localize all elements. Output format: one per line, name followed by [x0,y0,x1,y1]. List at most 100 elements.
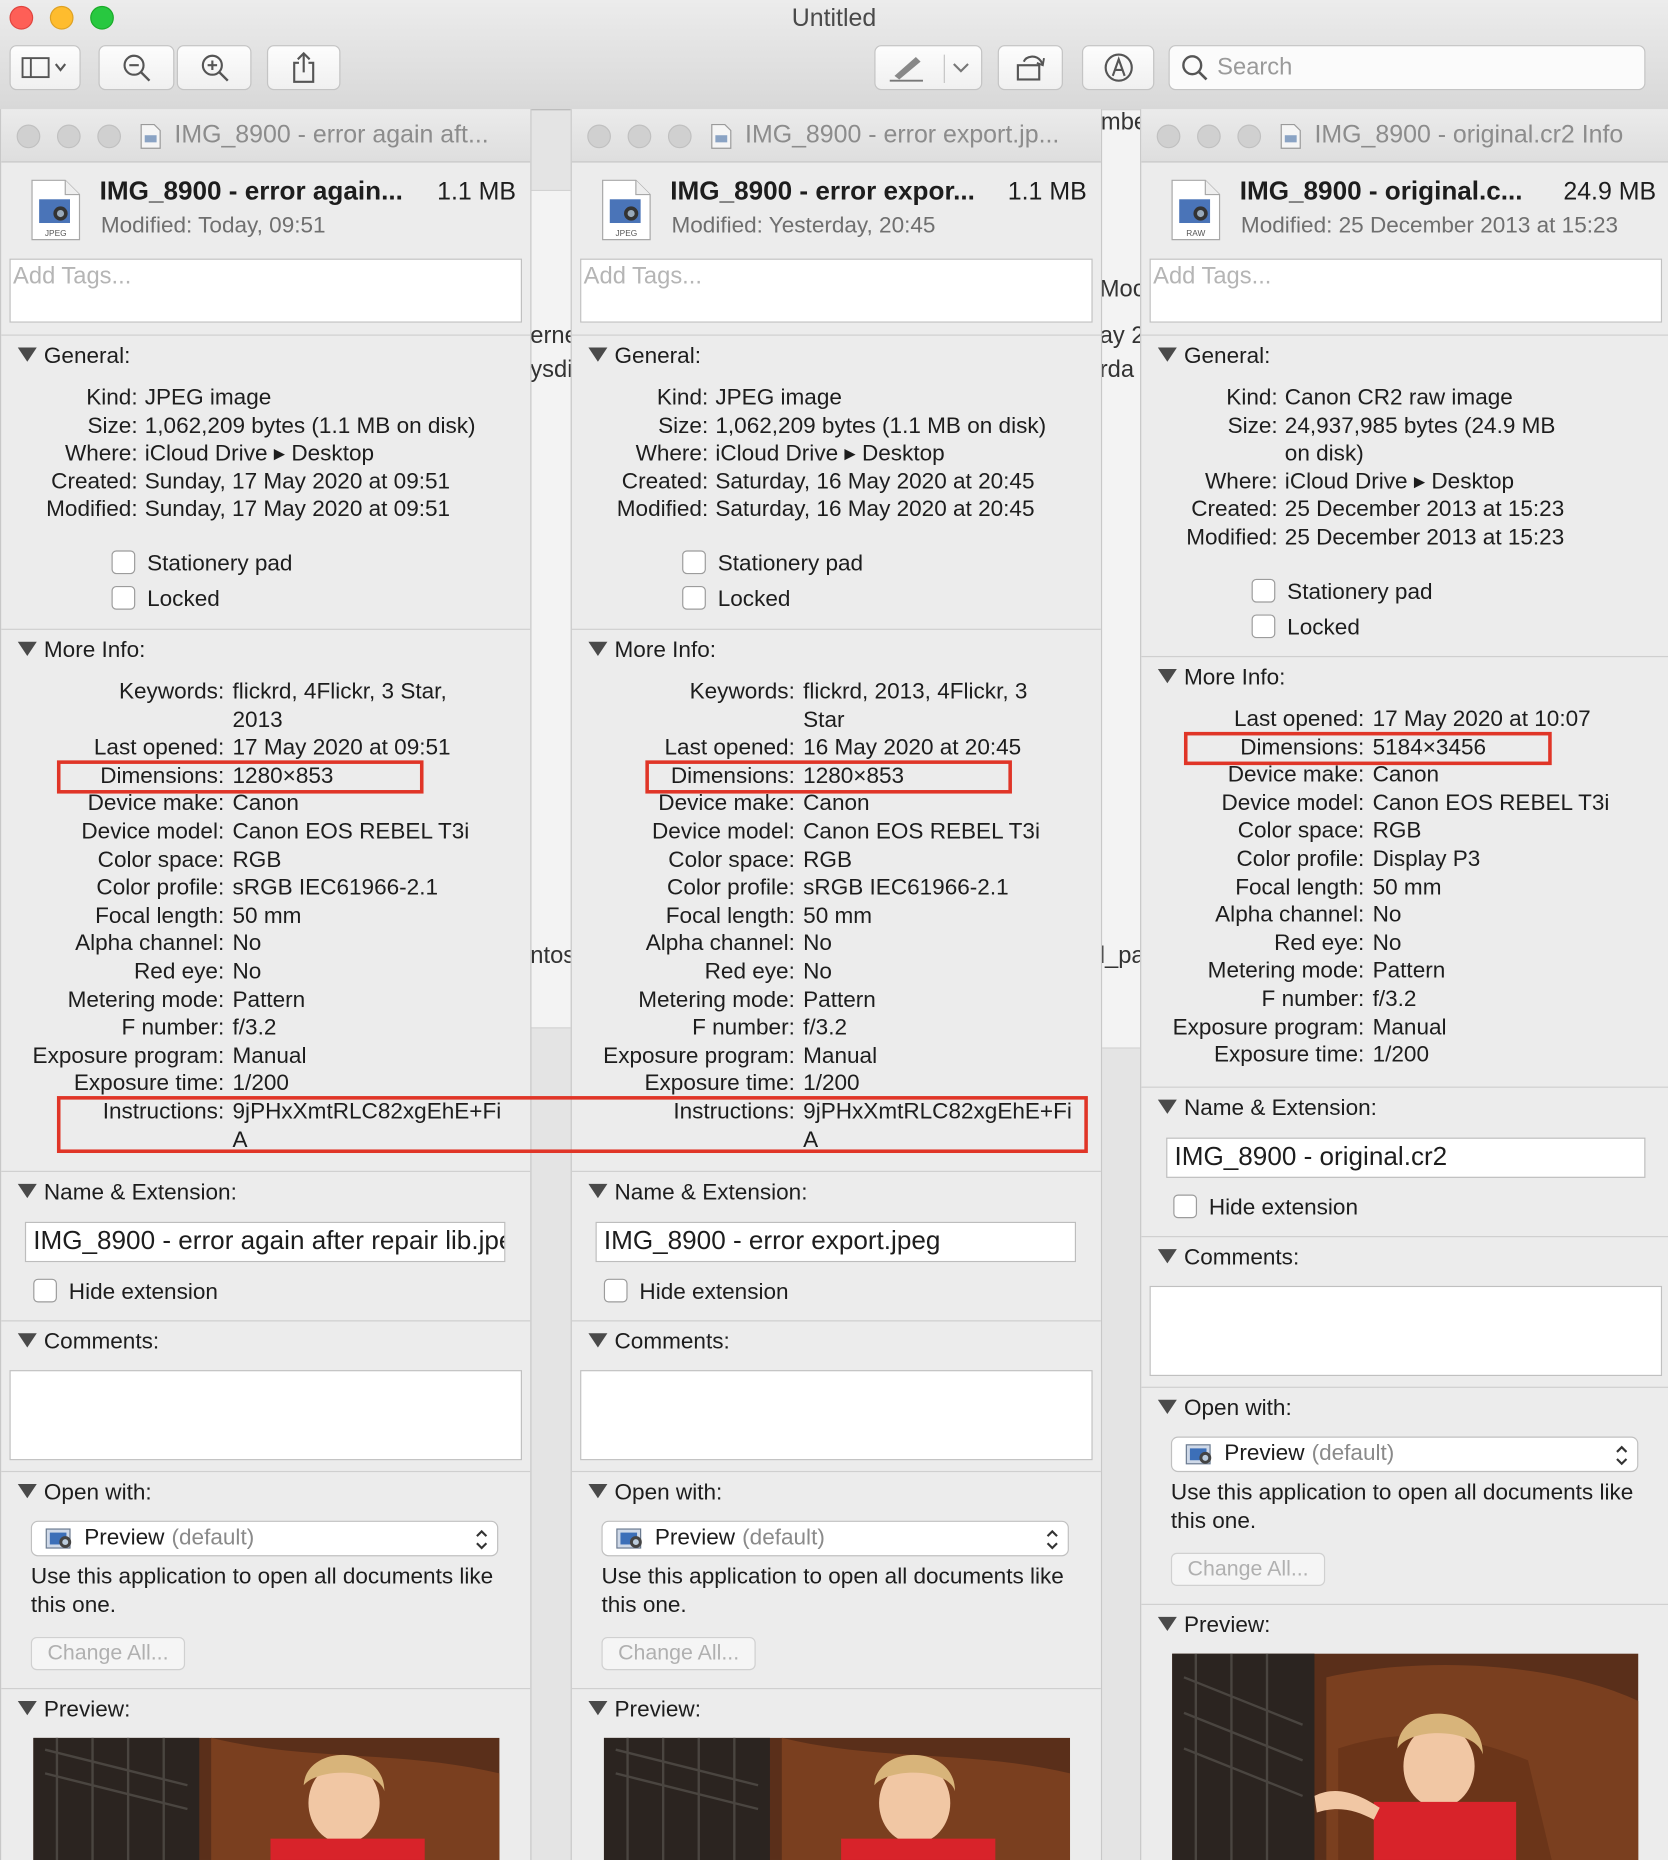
divider [1,1470,531,1473]
hide-extension-checkbox[interactable]: Hide extension [1173,1194,1358,1222]
preview-section-toggle[interactable]: Preview: [17,1697,131,1723]
info-key: Red eye: [704,959,795,985]
info-value: Saturday, 16 May 2020 at 20:45 [715,497,1035,523]
checkbox-label: Hide extension [639,1279,789,1305]
add-tags-field[interactable]: Add Tags... [9,258,522,323]
info-window-title: IMG_8900 - error export.jp... [745,120,1060,149]
markup-toolbar-button[interactable] [1081,45,1155,91]
info-value: Canon EOS REBEL T3i [1372,790,1610,816]
jpeg-file-icon: JPEG [31,179,81,241]
filename-field[interactable]: IMG_8900 - error again after repair lib.… [24,1221,506,1263]
info-key: Alpha channel: [75,931,225,957]
search-field[interactable]: Search [1168,45,1646,91]
stationery-pad-checkbox[interactable]: Stationery pad [111,550,292,577]
name-extension-section-toggle[interactable]: Name & Extension: [1157,1096,1377,1122]
sidebar-toggle-button[interactable] [9,45,81,91]
disclosure-triangle-icon [17,1483,37,1499]
divider [1,1320,531,1322]
document-icon [1280,123,1301,149]
open-with-select[interactable]: Preview (default) [601,1520,1069,1557]
share-button[interactable] [266,45,341,91]
locked-checkbox[interactable]: Locked [682,585,790,613]
zoom-out-button[interactable] [98,45,175,91]
more-info-section-toggle[interactable]: More Info: [1157,665,1285,691]
disclosure-triangle-icon [588,347,608,362]
info-value: 1,062,209 bytes (1.1 MB on disk) [144,413,476,439]
info-value: 17 May 2020 at 10:07 [1372,706,1591,732]
general-section-toggle[interactable]: General: [17,344,130,370]
info-key: Device make: [87,791,225,817]
info-key: Red eye: [134,959,225,985]
select-chevron-icon [1616,1445,1628,1466]
open-with-section-toggle[interactable]: Open with: [588,1480,722,1506]
minimize-window-button[interactable] [56,124,81,149]
change-all-button[interactable]: Change All... [1170,1552,1326,1586]
stationery-pad-checkbox[interactable]: Stationery pad [1251,578,1433,606]
comments-field[interactable] [1149,1285,1663,1377]
info-key: Kind: [86,385,138,411]
rotate-icon [1016,55,1045,81]
info-value: Pattern [1372,958,1446,984]
info-value: No [232,931,262,957]
comments-section-toggle[interactable]: Comments: [1157,1245,1300,1272]
general-section-toggle[interactable]: General: [1157,344,1270,370]
change-all-button[interactable]: Change All... [601,1636,756,1671]
comments-field[interactable] [580,1370,1093,1461]
preview-section-toggle[interactable]: Preview: [1157,1613,1270,1639]
checkbox-box [1251,578,1276,603]
info-value: No [1372,902,1402,928]
info-key: Red eye: [1274,930,1365,956]
more-info-section-toggle[interactable]: More Info: [588,638,716,664]
close-window-button[interactable] [16,124,41,149]
markup-pen-button[interactable] [874,45,983,91]
disclosure-triangle-icon [1157,1249,1177,1264]
zoom-window-button[interactable] [667,124,692,149]
background-text: ay 2 [1099,322,1145,349]
open-with-section-toggle[interactable]: Open with: [17,1480,152,1506]
filename-field[interactable]: IMG_8900 - original.cr2 [1166,1137,1646,1178]
locked-checkbox[interactable]: Locked [1251,614,1360,641]
general-section-toggle[interactable]: General: [588,344,701,370]
close-window-button[interactable] [587,124,611,149]
name-extension-section-toggle[interactable]: Name & Extension: [17,1180,237,1206]
info-value: No [803,959,832,985]
background-document-area [529,189,575,1029]
background-text: Moc [1099,276,1145,303]
divider [1141,1086,1668,1088]
preview-section-toggle[interactable]: Preview: [588,1697,701,1723]
hide-extension-checkbox[interactable]: Hide extension [603,1278,789,1306]
change-all-button[interactable]: Change All... [30,1636,186,1671]
info-value: 17 May 2020 at 09:51 [232,735,451,761]
zoom-in-button[interactable] [176,45,252,91]
minimize-window-button[interactable] [627,124,652,149]
zoom-window-button[interactable] [97,124,122,149]
info-value: 2013 [232,707,283,733]
comments-section-toggle[interactable]: Comments: [17,1330,159,1356]
open-with-section-toggle[interactable]: Open with: [1157,1396,1292,1422]
section-label: Comments: [1183,1245,1300,1271]
more-info-section-toggle[interactable]: More Info: [17,638,145,664]
open-with-app: Preview [84,1525,165,1551]
comments-section-toggle[interactable]: Comments: [588,1330,730,1356]
open-with-default: (default) [742,1525,825,1551]
add-tags-field[interactable]: Add Tags... [580,258,1093,323]
info-key: Created: [51,469,138,495]
stationery-pad-checkbox[interactable]: Stationery pad [682,550,863,577]
modified-date: Modified: Today, 09:51 [100,213,326,239]
rotate-button[interactable] [997,45,1063,91]
comments-field[interactable] [9,1370,522,1461]
section-label: More Info: [614,638,717,664]
add-tags-field[interactable]: Add Tags... [1149,258,1663,323]
close-window-button[interactable] [1156,124,1181,149]
minimize-window-button[interactable] [1197,124,1221,149]
open-with-select[interactable]: Preview (default) [30,1520,499,1557]
locked-checkbox[interactable]: Locked [111,585,220,613]
hide-extension-checkbox[interactable]: Hide extension [33,1278,218,1306]
name-extension-section-toggle[interactable]: Name & Extension: [588,1180,807,1206]
open-with-select[interactable]: Preview (default) [1170,1436,1639,1473]
zoom-window-button[interactable] [1237,124,1262,149]
section-label: Preview: [43,1697,131,1723]
divider [1,628,531,630]
info-value: Canon EOS REBEL T3i [803,819,1040,845]
filename-field[interactable]: IMG_8900 - error export.jpeg [595,1221,1077,1263]
